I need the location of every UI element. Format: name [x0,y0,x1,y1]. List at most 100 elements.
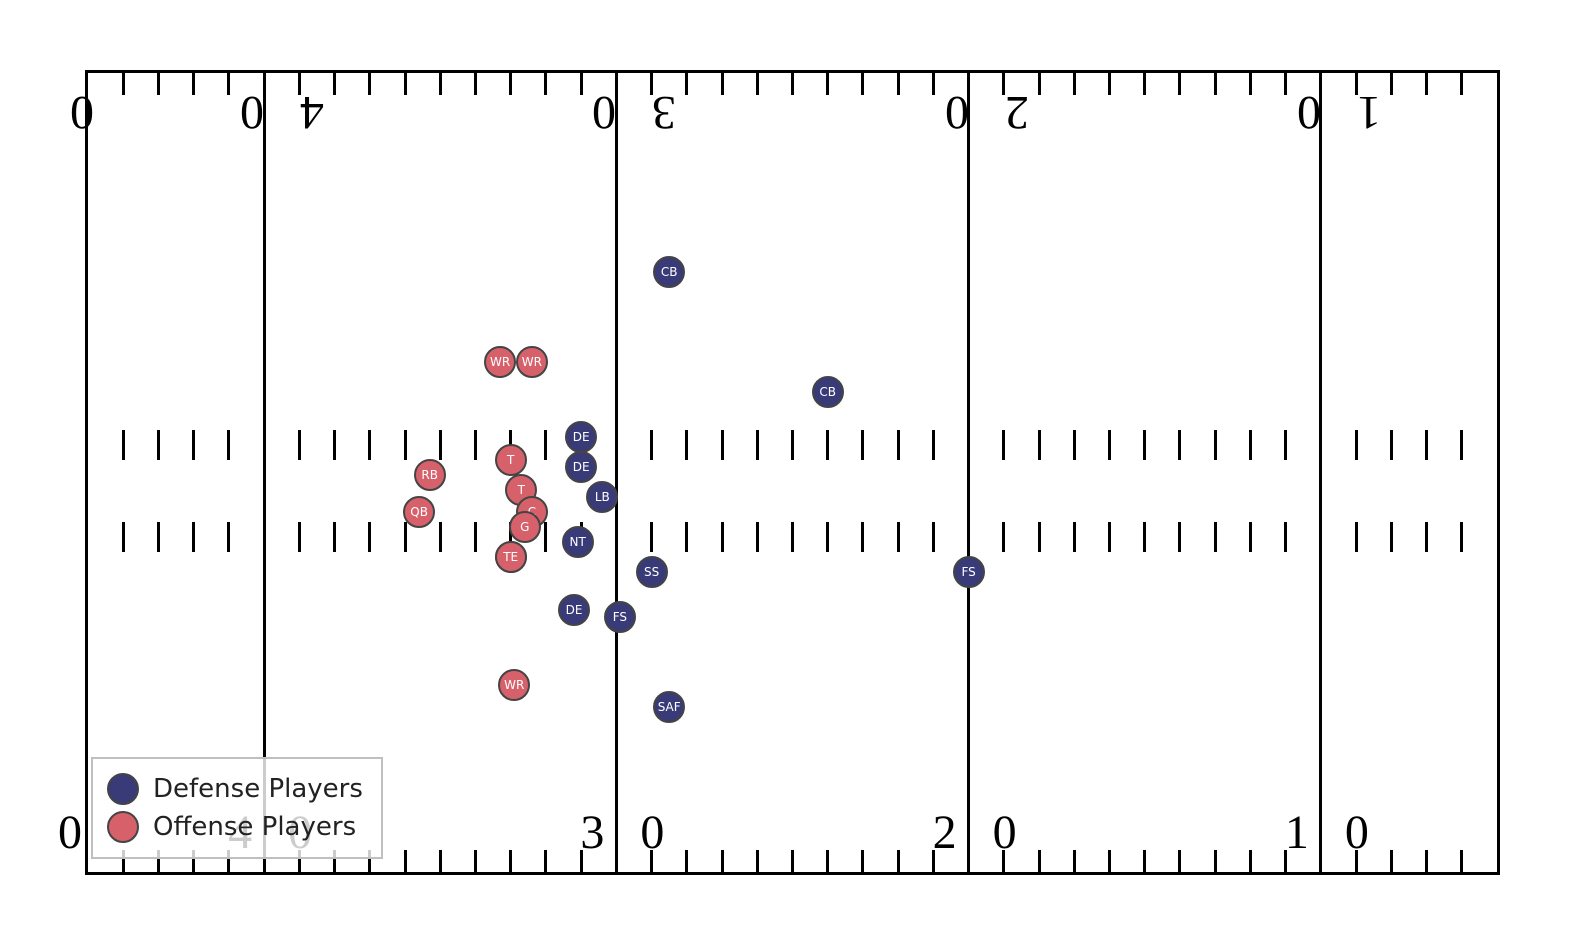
yard-number-bottom-30: 3 0 [580,805,676,860]
yardline-30 [615,73,618,872]
tick-hashL-20 [967,522,970,552]
tick-hashU-41 [227,430,230,460]
player-label: DE [566,603,583,617]
player-label: CB [819,385,836,399]
tick-top-12 [1249,73,1252,95]
player-label: LB [595,490,610,504]
chart-wrapper: 4 04 03 03 02 02 01 01 000CBCBDEDELBNTSS… [0,0,1589,945]
player-de-0-8: DE [558,594,590,626]
tick-top-25 [791,73,794,95]
tick-bottom-35 [439,850,442,872]
tick-hashL-15 [1143,522,1146,552]
tick-bottom-33 [509,850,512,872]
tick-top-36 [404,73,407,95]
tick-hashU-30 [615,430,618,460]
tick-hashL-12 [1249,522,1252,552]
tick-hashU-10 [1319,430,1322,460]
tick-bottom-8 [1390,850,1393,872]
tick-hashL-29 [650,522,653,552]
tick-top-24 [826,73,829,95]
tick-hashL-21 [932,522,935,552]
tick-hashU-25 [791,430,794,460]
yard-number-top-40: 4 0 [228,85,324,140]
tick-hashU-42 [192,430,195,460]
tick-hashL-36 [404,522,407,552]
tick-top-11 [1284,73,1287,95]
player-label: SAF [658,700,681,714]
tick-hashU-27 [721,430,724,460]
tick-hashL-34 [474,522,477,552]
player-label: FS [613,610,627,624]
tick-top-32 [544,73,547,95]
tick-hashU-19 [1002,430,1005,460]
tick-hashL-44 [122,522,125,552]
player-label: T [518,483,525,497]
tick-hashU-28 [685,430,688,460]
tick-hashL-13 [1214,522,1217,552]
tick-hashU-39 [298,430,301,460]
tick-hashU-32 [544,430,547,460]
tick-bottom-18 [1038,850,1041,872]
tick-top-17 [1073,73,1076,95]
tick-hashL-19 [1002,522,1005,552]
player-wr-1-0: WR [484,346,516,378]
player-de-0-3: DE [565,451,597,483]
tick-bottom-14 [1178,850,1181,872]
tick-hashU-38 [333,430,336,460]
tick-bottom-28 [685,850,688,872]
tick-hashL-40 [263,522,266,552]
tick-hashU-34 [474,430,477,460]
player-label: SS [644,565,659,579]
yard-number-top-20: 2 0 [933,85,1029,140]
tick-hashU-26 [756,430,759,460]
tick-hashU-37 [368,430,371,460]
football-field: 4 04 03 03 02 02 01 01 000CBCBDEDELBNTSS… [85,70,1500,875]
player-te-1-9: TE [495,541,527,573]
tick-hashU-23 [861,430,864,460]
tick-top-33 [509,73,512,95]
player-wr-1-1: WR [516,346,548,378]
yard-number-top-30: 3 0 [580,85,676,140]
player-ss-0-6: SS [636,556,668,588]
yardline-20 [967,73,970,872]
tick-hashU-8 [1390,430,1393,460]
tick-top-34 [474,73,477,95]
player-label: DE [573,460,590,474]
tick-top-37 [368,73,371,95]
tick-top-19 [1002,73,1005,95]
tick-hashU-43 [157,430,160,460]
tick-top-22 [897,73,900,95]
legend: Defense PlayersOffense Players [91,757,383,859]
player-label: TE [503,550,518,564]
tick-hashU-14 [1178,430,1181,460]
tick-hashL-14 [1178,522,1181,552]
player-label: QB [410,505,428,519]
tick-top-9 [1355,73,1358,95]
player-cb-0-1: CB [812,376,844,408]
legend-label: Defense Players [153,774,363,804]
player-label: T [507,453,514,467]
player-lb-0-4: LB [586,481,618,513]
tick-bottom-22 [897,850,900,872]
player-rb-1-2: RB [414,459,446,491]
tick-hashU-7 [1425,430,1428,460]
tick-top-27 [721,73,724,95]
tick-hashL-11 [1284,522,1287,552]
tick-hashL-16 [1108,522,1111,552]
tick-bottom-29 [650,850,653,872]
tick-top-21 [932,73,935,95]
tick-top-43 [157,73,160,95]
tick-top-15 [1143,73,1146,95]
tick-hashL-24 [826,522,829,552]
tick-top-29 [650,73,653,95]
player-g-1-7: G [509,511,541,543]
tick-bottom-26 [756,850,759,872]
player-t-1-3: T [495,444,527,476]
tick-hashL-37 [368,522,371,552]
yard-number-top-edge: 0 [58,85,94,140]
tick-top-35 [439,73,442,95]
tick-hashU-20 [967,430,970,460]
player-label: RB [421,468,438,482]
tick-bottom-6 [1460,850,1463,872]
tick-hashU-24 [826,430,829,460]
